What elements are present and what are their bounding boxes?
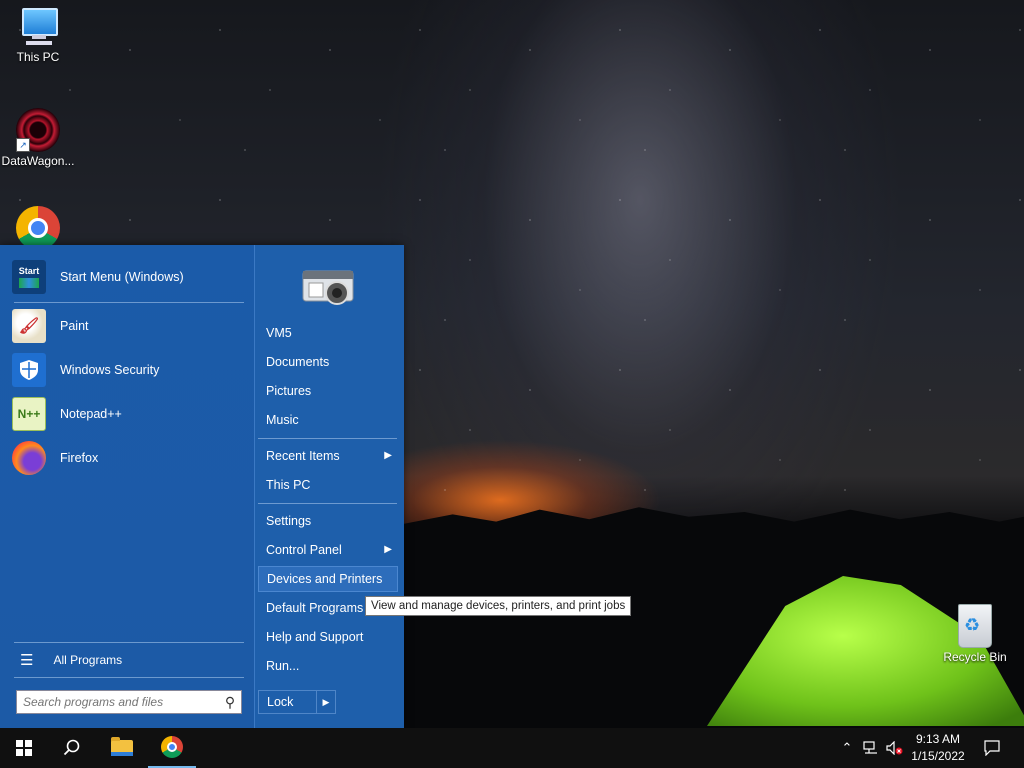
places-pictures[interactable]: Pictures <box>258 378 398 404</box>
network-status-button[interactable] <box>860 728 882 768</box>
separator <box>14 642 244 643</box>
places-documents[interactable]: Documents <box>258 349 398 375</box>
separator <box>14 677 244 678</box>
desktop-icon-chrome[interactable] <box>0 206 76 250</box>
program-label: Paint <box>60 319 89 333</box>
desktop-icon-label: DataWagon... <box>1 154 75 168</box>
lock-options-chevron-icon[interactable]: ▶ <box>316 691 335 713</box>
program-label: Firefox <box>60 451 99 465</box>
start-menu: Start Start Menu (Windows) 🖌 Paint Windo… <box>0 245 404 728</box>
action-center-button[interactable] <box>978 728 1006 768</box>
chevron-right-icon: ▶ <box>384 450 392 461</box>
taskbar-chrome[interactable] <box>148 728 196 768</box>
lock-button[interactable]: Lock <box>259 691 316 713</box>
notepad-icon: N++ <box>12 397 46 431</box>
program-label: Notepad++ <box>60 407 122 421</box>
volume-button[interactable] <box>884 728 906 768</box>
recycle-bin-icon <box>958 604 992 648</box>
program-label: Windows Security <box>60 363 160 377</box>
computer-icon <box>16 8 60 48</box>
desktop-icon-datawagon[interactable]: ↗ DataWagon... <box>0 108 76 168</box>
chevron-up-icon: ⌃ <box>841 740 853 755</box>
all-programs-label: All Programs <box>53 653 123 667</box>
taskbar-file-explorer[interactable] <box>98 728 146 768</box>
places-music[interactable]: Music <box>258 407 398 433</box>
desktop-icon-label: Recycle Bin <box>943 650 1007 664</box>
search-input[interactable] <box>17 691 219 713</box>
paint-icon: 🖌 <box>12 309 46 343</box>
clock-date: 1/15/2022 <box>911 749 965 763</box>
tooltip: View and manage devices, printers, and p… <box>365 596 632 616</box>
program-label: Start Menu (Windows) <box>60 270 184 284</box>
separator <box>258 503 397 504</box>
places-recent-items[interactable]: Recent Items ▶ <box>258 443 398 469</box>
places-control-panel-label: Control Panel <box>266 543 342 557</box>
separator <box>14 302 244 303</box>
desktop-icon-recycle-bin[interactable]: Recycle Bin <box>937 604 1013 664</box>
taskbar-search-button[interactable] <box>48 728 96 768</box>
start-button[interactable] <box>0 728 48 768</box>
start-menu-programs-pane: Start Start Menu (Windows) 🖌 Paint Windo… <box>0 245 254 728</box>
clock-time: 9:13 AM <box>915 732 961 746</box>
start-menu-icon: Start <box>12 260 46 294</box>
search-icon[interactable]: ⚲ <box>219 694 241 711</box>
shield-icon <box>12 353 46 387</box>
datawagon-icon: ↗ <box>16 108 60 152</box>
network-icon <box>863 741 877 754</box>
taskbar: ⌃ 9:13 AM 1/15/2022 <box>0 728 1024 768</box>
show-hidden-icons-button[interactable]: ⌃ <box>836 728 858 768</box>
places-list: VM5 Documents Pictures Music Recent Item… <box>254 245 403 728</box>
desktop-icon-label: This PC <box>16 50 60 64</box>
chrome-icon <box>16 206 60 250</box>
places-recent-items-label: Recent Items <box>266 449 340 463</box>
program-notepad-plus-plus[interactable]: N++ Notepad++ <box>12 394 252 434</box>
program-start-menu-windows[interactable]: Start Start Menu (Windows) <box>12 257 252 297</box>
folder-icon <box>111 737 133 756</box>
program-paint[interactable]: 🖌 Paint <box>12 306 252 346</box>
places-settings[interactable]: Settings <box>258 508 398 534</box>
chrome-icon <box>161 736 183 758</box>
windows-logo-icon <box>16 740 32 756</box>
start-menu-icon-label: Start <box>18 266 40 276</box>
places-this-pc[interactable]: This PC <box>258 472 398 498</box>
program-windows-security[interactable]: Windows Security <box>12 350 252 390</box>
search-icon <box>63 739 80 756</box>
shortcut-arrow-icon: ↗ <box>16 138 30 152</box>
places-devices-and-printers[interactable]: Devices and Printers <box>258 566 398 592</box>
places-user[interactable]: VM5 <box>258 320 398 346</box>
notification-icon <box>984 740 1000 756</box>
desktop-icon-this-pc[interactable]: This PC <box>0 8 76 64</box>
volume-muted-icon <box>886 741 903 755</box>
places-help-and-support[interactable]: Help and Support <box>258 624 398 650</box>
search-box: ⚲ <box>16 690 242 714</box>
firefox-icon <box>12 441 46 475</box>
places-control-panel[interactable]: Control Panel ▶ <box>258 537 398 563</box>
chevron-right-icon: ▶ <box>384 544 392 555</box>
separator <box>258 438 397 439</box>
list-icon: ☰ <box>20 652 34 669</box>
taskbar-clock[interactable]: 9:13 AM 1/15/2022 <box>904 731 972 765</box>
all-programs-button[interactable]: ☰ All Programs <box>14 649 244 671</box>
program-firefox[interactable]: Firefox <box>12 438 252 478</box>
places-run[interactable]: Run... <box>258 653 398 679</box>
lock-button-group: Lock ▶ <box>258 690 336 714</box>
